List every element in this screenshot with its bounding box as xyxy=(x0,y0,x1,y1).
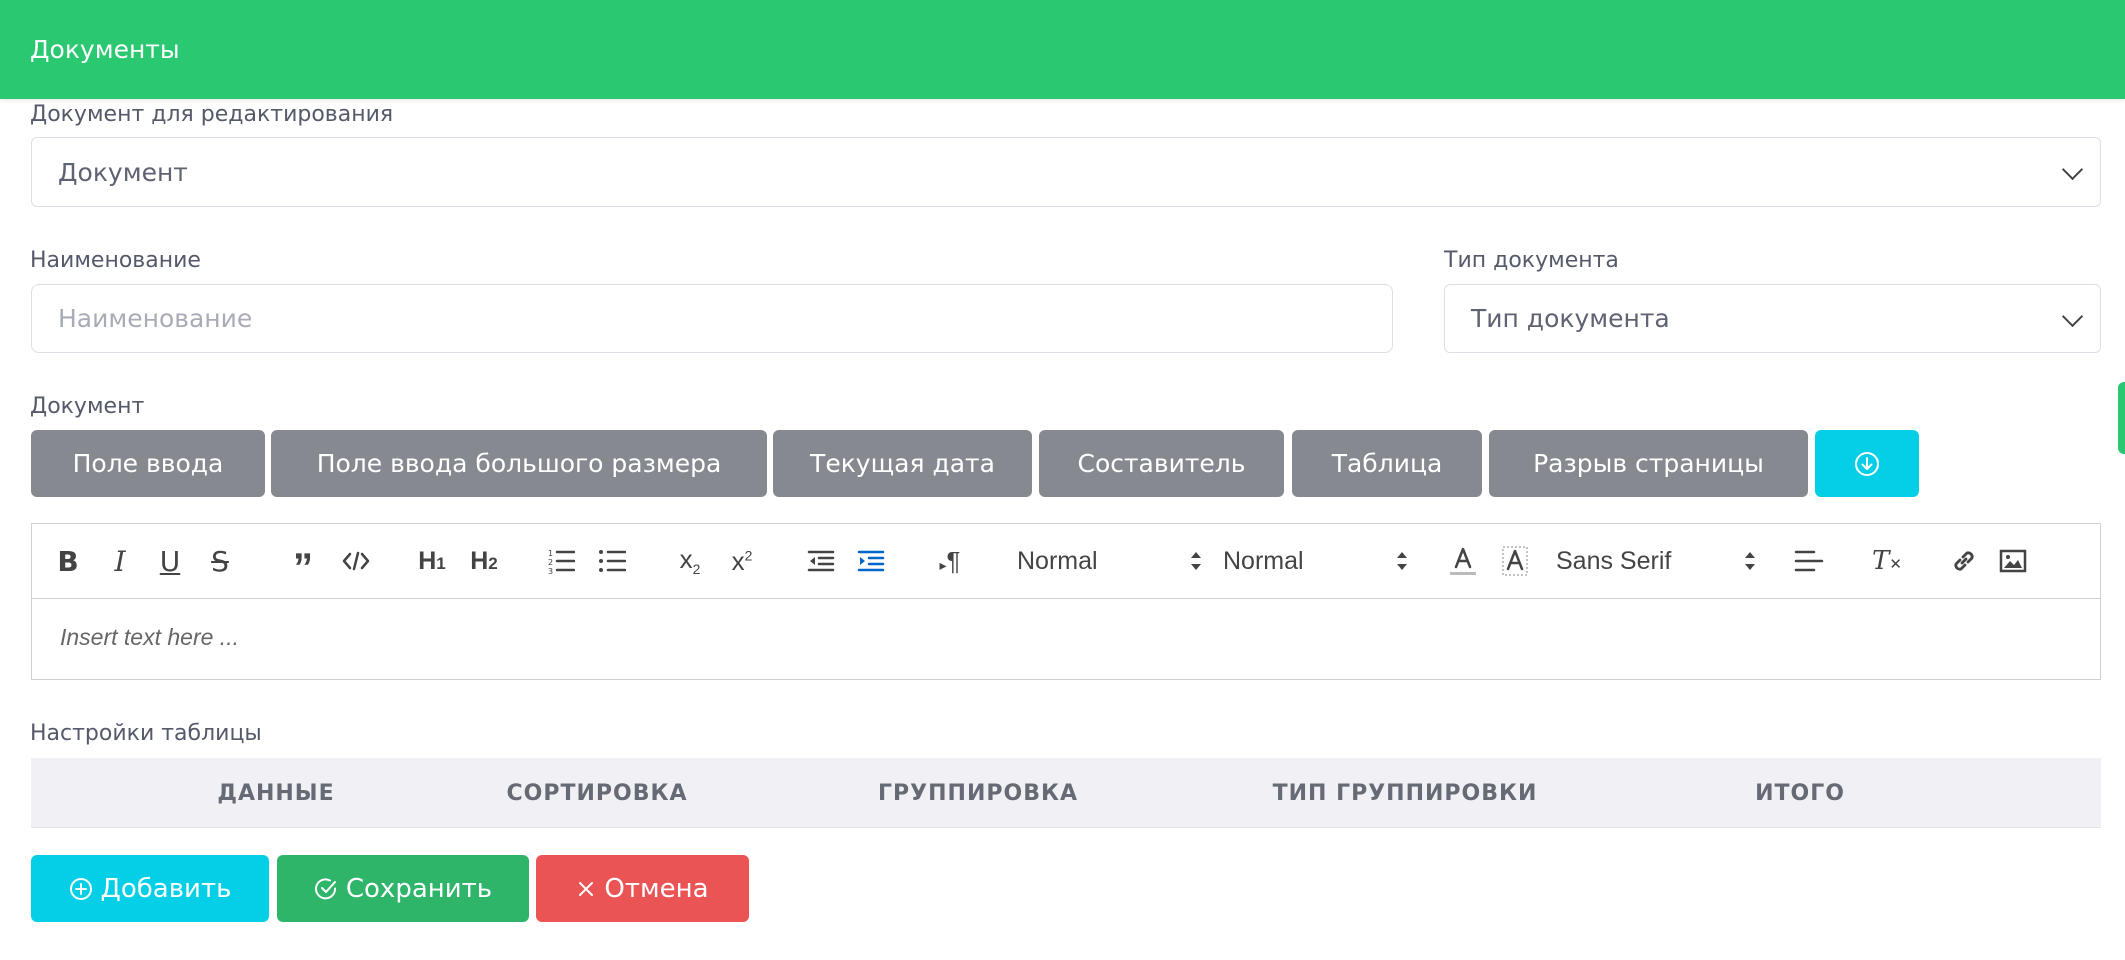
editor-content[interactable]: Insert text here ... xyxy=(60,624,239,651)
font-picker[interactable]: Sans Serif xyxy=(1556,541,1756,581)
column-header-grouping: ГРУППИРОВКА xyxy=(878,780,1078,806)
plus-circle-icon xyxy=(69,877,93,901)
superscript-icon[interactable]: x2 xyxy=(724,544,760,578)
app-header: Документы xyxy=(0,0,2125,99)
code-block-icon[interactable] xyxy=(338,544,374,578)
ordered-list-icon[interactable]: 1 2 3 xyxy=(543,544,579,578)
outdent-icon[interactable] xyxy=(803,544,839,578)
insert-author-button[interactable]: Составитель xyxy=(1039,430,1284,497)
editor-toolbar: B I U S ” H1 H2 1 2 3 x2 x2 ▸¶ Normal No… xyxy=(32,524,2100,599)
table-header-row: ДАННЫЕ СОРТИРОВКА ГРУППИРОВКА ТИП ГРУППИ… xyxy=(31,758,2101,828)
column-header-data: ДАННЫЕ xyxy=(217,780,335,806)
picker-arrows-icon xyxy=(1397,552,1407,570)
picker-arrows-icon xyxy=(1191,552,1201,570)
document-select-value: Документ xyxy=(58,157,188,187)
underline-icon[interactable]: U xyxy=(154,544,186,578)
chevron-down-icon xyxy=(2061,158,2084,181)
font-color-icon[interactable] xyxy=(1447,544,1479,578)
heading-2-icon[interactable]: H2 xyxy=(464,544,504,578)
blockquote-icon[interactable]: ” xyxy=(285,544,321,588)
document-select[interactable]: Документ xyxy=(31,137,2101,207)
text-direction-icon[interactable]: ▸¶ xyxy=(932,544,968,578)
document-type-select[interactable]: Тип документа xyxy=(1444,284,2101,353)
type-select-label: Тип документа xyxy=(1444,248,1619,273)
column-header-total: ИТОГО xyxy=(1755,780,1845,806)
page-title: Документы xyxy=(30,35,180,64)
close-icon xyxy=(576,879,596,899)
rich-text-editor: B I U S ” H1 H2 1 2 3 x2 x2 ▸¶ Normal No… xyxy=(31,523,2101,680)
cancel-button-label: Отмена xyxy=(604,873,709,904)
background-color-icon[interactable] xyxy=(1499,544,1531,578)
image-icon[interactable] xyxy=(1995,544,2031,578)
insert-large-input-field-button[interactable]: Поле ввода большого размера xyxy=(271,430,767,497)
clear-formatting-icon[interactable]: T✕ xyxy=(1869,544,1905,578)
save-button[interactable]: Сохранить xyxy=(277,855,529,922)
table-settings-label: Настройки таблицы xyxy=(30,721,262,746)
insert-current-date-button[interactable]: Текущая дата xyxy=(773,430,1032,497)
svg-text:1: 1 xyxy=(548,549,553,558)
column-header-grouping-type: ТИП ГРУППИРОВКИ xyxy=(1272,780,1538,806)
italic-icon[interactable]: I xyxy=(104,544,136,578)
heading-1-icon[interactable]: H1 xyxy=(412,544,452,578)
subscript-icon[interactable]: x2 xyxy=(672,544,708,578)
check-circle-icon xyxy=(314,877,338,901)
name-field-label: Наименование xyxy=(30,248,201,273)
size-picker-value: Normal xyxy=(1223,546,1304,575)
indent-icon[interactable] xyxy=(853,544,889,578)
save-button-label: Сохранить xyxy=(345,873,493,904)
chevron-down-icon xyxy=(2061,305,2084,327)
size-picker[interactable]: Normal xyxy=(1223,541,1408,581)
side-panel-tab[interactable] xyxy=(2118,382,2125,454)
link-icon[interactable] xyxy=(1946,544,1982,578)
bullet-list-icon[interactable] xyxy=(594,544,630,578)
download-button[interactable] xyxy=(1815,430,1919,497)
header-picker-value: Normal xyxy=(1017,546,1098,575)
name-input[interactable] xyxy=(31,284,1393,353)
column-header-sort: СОРТИРОВКА xyxy=(506,780,688,806)
picker-arrows-icon xyxy=(1745,552,1755,570)
download-circle-icon xyxy=(1855,451,1879,476)
svg-text:2: 2 xyxy=(548,558,553,567)
header-picker[interactable]: Normal xyxy=(1017,541,1202,581)
insert-page-break-button[interactable]: Разрыв страницы xyxy=(1489,430,1808,497)
add-button[interactable]: Добавить xyxy=(31,855,269,922)
insert-table-button[interactable]: Таблица xyxy=(1292,430,1482,497)
document-label: Документ xyxy=(30,394,145,419)
cancel-button[interactable]: Отмена xyxy=(536,855,749,922)
strikethrough-icon[interactable]: S xyxy=(204,544,236,578)
svg-text:3: 3 xyxy=(548,567,553,574)
bold-icon[interactable]: B xyxy=(52,544,84,578)
document-type-value: Тип документа xyxy=(1471,304,1670,333)
align-left-icon[interactable] xyxy=(1791,544,1827,578)
font-picker-value: Sans Serif xyxy=(1556,546,1672,575)
doc-select-label: Документ для редактирования xyxy=(30,102,394,127)
insert-input-field-button[interactable]: Поле ввода xyxy=(31,430,265,497)
add-button-label: Добавить xyxy=(100,873,232,904)
